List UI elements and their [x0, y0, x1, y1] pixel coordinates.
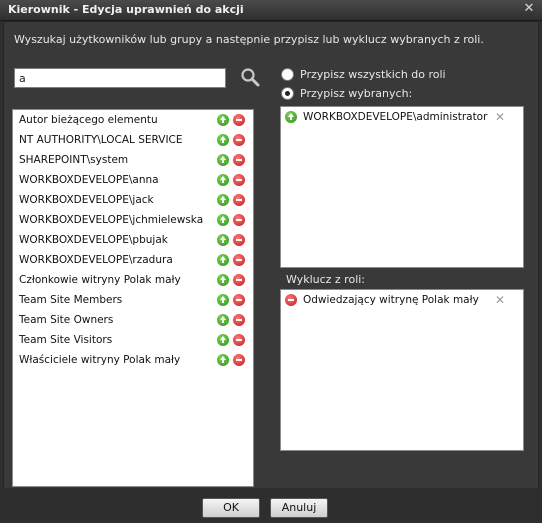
row-actions	[217, 114, 245, 126]
exclude-minus-icon	[285, 294, 297, 306]
result-label: WORKBOXDEVELOPE\anna	[19, 174, 159, 186]
exclude-minus-icon[interactable]	[233, 214, 245, 226]
row-actions	[217, 214, 245, 226]
row-actions	[217, 354, 245, 366]
result-row[interactable]: Team Site Owners	[13, 310, 253, 330]
title-bar: Kierownik - Edycja uprawnień do akcji ✕	[0, 0, 542, 21]
row-actions	[217, 174, 245, 186]
exclude-minus-icon[interactable]	[233, 274, 245, 286]
dialog-footer: OK Anuluj	[0, 488, 542, 523]
search-icon[interactable]	[240, 67, 260, 87]
excluded-list: Odwiedzający witrynę Polak mały ✕	[280, 289, 524, 451]
instructions-text: Wyszukaj użytkowników lub grupy a następ…	[14, 33, 484, 46]
result-row[interactable]: WORKBOXDEVELOPE\pbujak	[13, 230, 253, 250]
dialog-content: Wyszukaj użytkowników lub grupy a następ…	[3, 21, 539, 489]
assign-arrow-icon[interactable]	[217, 114, 229, 126]
result-label: SHAREPOINT\system	[19, 154, 129, 166]
assign-selected-option[interactable]: Przypisz wybranych:	[281, 87, 412, 100]
close-icon[interactable]: ✕	[522, 2, 536, 16]
exclude-minus-icon[interactable]	[233, 234, 245, 246]
result-row[interactable]: WORKBOXDEVELOPE\jchmielewska	[13, 210, 253, 230]
exclude-minus-icon[interactable]	[233, 154, 245, 166]
assign-arrow-icon[interactable]	[217, 234, 229, 246]
exclude-minus-icon[interactable]	[233, 194, 245, 206]
row-actions	[217, 294, 245, 306]
assign-arrow-icon[interactable]	[217, 214, 229, 226]
assign-arrow-icon[interactable]	[217, 334, 229, 346]
result-row[interactable]: Właściciele witryny Polak mały	[13, 350, 253, 370]
result-label: Team Site Visitors	[19, 334, 113, 346]
exclude-minus-icon[interactable]	[233, 334, 245, 346]
exclude-label: Wyklucz z roli:	[286, 273, 366, 286]
assign-selected-label: Przypisz wybranych:	[300, 87, 413, 100]
result-label: WORKBOXDEVELOPE\pbujak	[19, 234, 168, 246]
assign-all-option[interactable]: Przypisz wszystkich do roli	[281, 68, 446, 81]
exclude-minus-icon[interactable]	[233, 174, 245, 186]
remove-x-icon[interactable]: ✕	[495, 290, 505, 310]
assign-arrow-icon[interactable]	[217, 154, 229, 166]
row-actions	[217, 314, 245, 326]
row-actions	[217, 154, 245, 166]
assign-arrow-icon[interactable]	[217, 134, 229, 146]
result-row[interactable]: Team Site Members	[13, 290, 253, 310]
entry-label: Odwiedzający witrynę Polak mały	[303, 294, 479, 306]
row-actions	[217, 194, 245, 206]
assign-arrow-icon[interactable]	[217, 174, 229, 186]
assign-arrow-icon[interactable]	[217, 294, 229, 306]
result-label: Team Site Members	[19, 294, 123, 306]
assign-all-radio[interactable]	[281, 68, 294, 81]
assigned-list: WORKBOXDEVELOPE\administrator ✕	[280, 106, 524, 268]
result-label: Autor bieżącego elementu	[19, 114, 158, 126]
assign-arrow-icon[interactable]	[217, 314, 229, 326]
assign-arrow-icon[interactable]	[217, 194, 229, 206]
row-actions	[217, 234, 245, 246]
assign-arrow-icon[interactable]	[217, 354, 229, 366]
exclude-minus-icon[interactable]	[233, 314, 245, 326]
assign-selected-radio[interactable]	[281, 87, 294, 100]
assign-arrow-icon	[285, 111, 297, 123]
row-actions	[217, 334, 245, 346]
search-input[interactable]	[14, 68, 226, 88]
row-actions	[217, 134, 245, 146]
list-item: Odwiedzający witrynę Polak mały ✕	[281, 290, 523, 310]
exclude-minus-icon[interactable]	[233, 254, 245, 266]
result-row[interactable]: Autor bieżącego elementu	[13, 110, 253, 130]
result-label: NT AUTHORITY\LOCAL SERVICE	[19, 134, 183, 146]
assign-arrow-icon[interactable]	[217, 254, 229, 266]
exclude-minus-icon[interactable]	[233, 134, 245, 146]
search-results-list: Autor bieżącego elementu NT AUTHORITY\LOC…	[12, 109, 254, 487]
entry-label: WORKBOXDEVELOPE\administrator	[303, 111, 488, 123]
exclude-minus-icon[interactable]	[233, 114, 245, 126]
result-row[interactable]: Team Site Visitors	[13, 330, 253, 350]
result-row[interactable]: WORKBOXDEVELOPE\rzadura	[13, 250, 253, 270]
result-row[interactable]: WORKBOXDEVELOPE\jack	[13, 190, 253, 210]
result-label: WORKBOXDEVELOPE\jchmielewska	[19, 214, 204, 226]
result-label: Team Site Owners	[19, 314, 114, 326]
ok-button[interactable]: OK	[202, 498, 260, 518]
result-row[interactable]: WORKBOXDEVELOPE\anna	[13, 170, 253, 190]
row-actions	[217, 274, 245, 286]
result-label: Właściciele witryny Polak mały	[19, 354, 181, 366]
result-label: Członkowie witryny Polak mały	[19, 274, 181, 286]
exclude-minus-icon[interactable]	[233, 354, 245, 366]
remove-x-icon[interactable]: ✕	[495, 107, 505, 127]
result-label: WORKBOXDEVELOPE\rzadura	[19, 254, 173, 266]
result-label: WORKBOXDEVELOPE\jack	[19, 194, 154, 206]
result-row[interactable]: Członkowie witryny Polak mały	[13, 270, 253, 290]
assign-all-label: Przypisz wszystkich do roli	[300, 68, 446, 81]
assign-arrow-icon[interactable]	[217, 274, 229, 286]
result-row[interactable]: SHAREPOINT\system	[13, 150, 253, 170]
result-row[interactable]: NT AUTHORITY\LOCAL SERVICE	[13, 130, 253, 150]
cancel-button[interactable]: Anuluj	[270, 498, 328, 518]
exclude-minus-icon[interactable]	[233, 294, 245, 306]
list-item: WORKBOXDEVELOPE\administrator ✕	[281, 107, 523, 127]
row-actions	[217, 254, 245, 266]
dialog-title: Kierownik - Edycja uprawnień do akcji	[8, 3, 244, 16]
